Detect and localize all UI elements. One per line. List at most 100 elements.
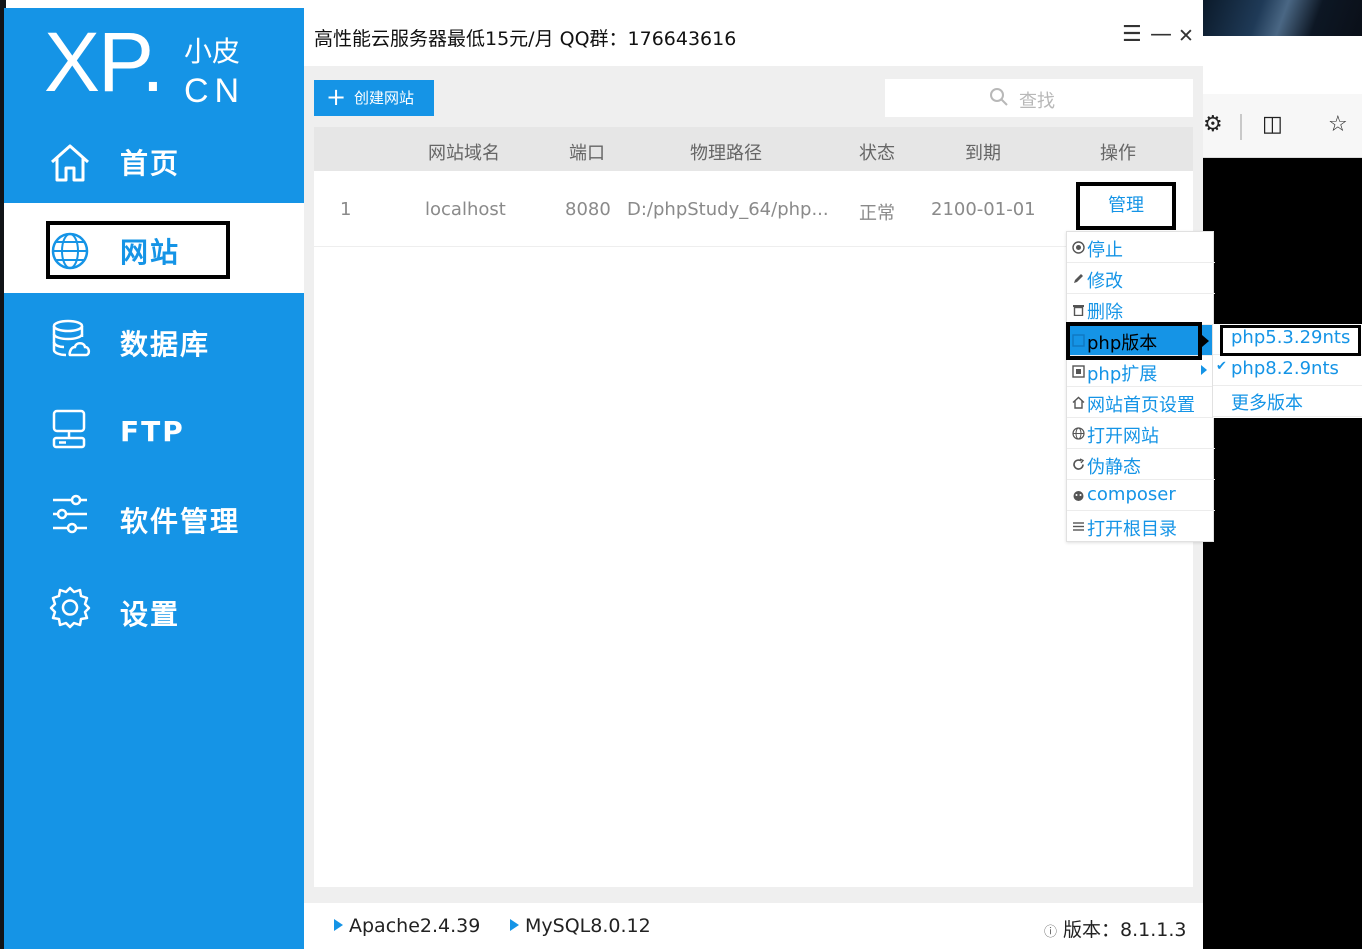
manage-button[interactable]: 管理 — [1076, 182, 1176, 230]
list-icon — [1073, 522, 1084, 531]
sidebar-item-software[interactable]: 软件管理 — [4, 470, 304, 560]
menu-item-open-root[interactable]: 打开根目录 — [1067, 511, 1215, 542]
menu-item-rewrite[interactable]: 伪静态 — [1067, 449, 1215, 480]
menu-item-label: 伪静态 — [1087, 457, 1141, 478]
menu-item-label: 停止 — [1087, 240, 1123, 261]
sidebar-item-label: 设置 — [120, 598, 181, 631]
ftp-icon — [52, 409, 86, 449]
submenu-item-more-versions[interactable]: 更多版本 — [1213, 386, 1362, 417]
apache-status[interactable]: Apache2.4.39 — [334, 915, 480, 937]
home-icon — [51, 144, 89, 182]
column-header-port: 端口 — [569, 143, 605, 164]
sidebar-item-database[interactable]: 数据库 — [4, 293, 304, 383]
info-icon: ⓘ — [1044, 925, 1058, 940]
logo-main: XP. — [44, 15, 165, 109]
database-icon — [52, 319, 91, 357]
menu-item-label: 网站首页设置 — [1087, 395, 1195, 416]
browser-content-fragment — [1203, 158, 1362, 949]
manage-context-menu: 停止 修改 删除 php版本 php扩展 网站首页设置 打开网站 伪静态 com… — [1066, 231, 1215, 542]
toolbar-separator — [1240, 114, 1242, 140]
logo: XP. 小皮 CN — [44, 15, 254, 110]
menu-item-label: composer — [1087, 484, 1176, 505]
menu-item-open-website[interactable]: 打开网站 — [1067, 418, 1215, 449]
annotation-box-php5-version — [1220, 325, 1361, 356]
version-label: 版本：8.1.1.3 — [1063, 919, 1187, 941]
trash-icon — [1073, 305, 1084, 316]
check-icon: ✔ — [1216, 359, 1227, 374]
play-icon — [510, 919, 519, 931]
menu-item-php-extension[interactable]: php扩展 — [1067, 356, 1215, 387]
extension-icon — [1072, 365, 1085, 378]
composer-icon — [1073, 491, 1084, 501]
extensions-icon[interactable]: ⚙ — [1203, 112, 1223, 137]
edit-icon — [1074, 274, 1083, 283]
column-header-domain: 网站域名 — [428, 143, 500, 164]
split-screen-icon[interactable]: ◫ — [1262, 112, 1283, 137]
column-header-status: 状态 — [859, 143, 895, 164]
sidebar-item-label: 首页 — [120, 147, 181, 180]
menu-item-edit[interactable]: 修改 — [1067, 263, 1215, 294]
table-row[interactable]: 1 localhost 8080 D:/phpStudy_64/php... 正… — [314, 171, 1193, 247]
submenu-arrow-icon — [1202, 335, 1209, 347]
sidebar-item-label: FTP — [120, 415, 185, 448]
logo-sub-top: 小皮 — [184, 35, 241, 68]
search-icon — [990, 88, 1008, 106]
sidebar-item-ftp[interactable]: FTP — [4, 383, 304, 473]
desktop-wallpaper-fragment — [1203, 0, 1362, 36]
submenu-item-label: php8.2.9nts — [1231, 358, 1339, 379]
stop-icon — [1072, 241, 1085, 254]
create-website-label: 创建网站 — [354, 89, 415, 107]
phpstudy-window: XP. 小皮 CN 首页 网站 数据库 FTP 软件管理 设置 高性能云服务器最… — [4, 8, 1203, 949]
sidebar-item-home[interactable]: 首页 — [4, 118, 304, 208]
menu-item-composer[interactable]: composer — [1067, 480, 1215, 511]
website-table: 网站域名 端口 物理路径 状态 到期 操作 1 localhost 8080 D… — [314, 127, 1193, 887]
minimize-button[interactable]: — — [1150, 22, 1172, 47]
menu-item-label: php扩展 — [1087, 364, 1158, 385]
sidebar-item-settings[interactable]: 设置 — [4, 563, 304, 653]
annotation-box-website — [46, 221, 230, 279]
row-expire: 2100-01-01 — [931, 199, 1036, 220]
search-placeholder: 查找 — [1019, 91, 1055, 112]
browser-tabstrip-fragment — [1203, 36, 1362, 94]
column-header-action: 操作 — [1100, 143, 1136, 164]
create-website-button[interactable]: + 创建网站 — [314, 80, 434, 116]
menu-item-homepage-settings[interactable]: 网站首页设置 — [1067, 387, 1215, 418]
menu-item-delete[interactable]: 删除 — [1067, 294, 1215, 325]
refresh-icon — [1073, 458, 1085, 470]
play-icon — [334, 919, 343, 931]
sidebar-item-label: 数据库 — [120, 328, 211, 361]
submenu-item-label: 更多版本 — [1231, 393, 1303, 414]
menu-item-label: 打开网站 — [1087, 426, 1159, 447]
annotation-box-php-version — [1066, 322, 1202, 360]
window-title: 高性能云服务器最低15元/月 QQ群：176643616 — [314, 28, 737, 50]
search-input[interactable]: 查找 — [885, 79, 1193, 117]
globe-icon — [1072, 427, 1085, 440]
column-header-expire: 到期 — [965, 143, 1001, 164]
version-info: ⓘ 版本：8.1.1.3 — [1044, 915, 1187, 942]
menu-button[interactable]: ☰ — [1122, 22, 1142, 47]
title-bar: 高性能云服务器最低15元/月 QQ群：176643616 ☰ — ✕ — [304, 8, 1203, 66]
sidebar-item-label: 软件管理 — [120, 505, 241, 538]
close-button[interactable]: ✕ — [1178, 25, 1194, 47]
mysql-label: MySQL8.0.12 — [525, 915, 651, 937]
home-icon — [1072, 396, 1085, 409]
menu-item-label: 删除 — [1087, 302, 1123, 323]
menu-item-label: 修改 — [1087, 271, 1123, 292]
sidebar: XP. 小皮 CN 首页 网站 数据库 FTP 软件管理 设置 — [4, 8, 304, 949]
row-domain: localhost — [425, 199, 506, 220]
menu-item-label: 打开根目录 — [1087, 519, 1177, 540]
desktop-background-top — [0, 0, 1362, 8]
sliders-icon — [53, 494, 87, 534]
menu-item-stop[interactable]: 停止 — [1067, 232, 1215, 263]
submenu-arrow-icon — [1201, 365, 1207, 375]
table-header: 网站域名 端口 物理路径 状态 到期 操作 — [314, 127, 1193, 171]
favorites-icon[interactable]: ☆ — [1328, 112, 1348, 137]
row-path: D:/phpStudy_64/php... — [627, 199, 829, 220]
row-port: 8080 — [565, 199, 611, 220]
submenu-item-php829nts[interactable]: ✔ php8.2.9nts — [1213, 355, 1362, 386]
row-index: 1 — [340, 199, 352, 220]
gear-icon — [49, 586, 91, 629]
logo-sub-bottom: CN — [184, 72, 246, 110]
mysql-status[interactable]: MySQL8.0.12 — [510, 915, 651, 937]
toolbar: + 创建网站 查找 — [304, 66, 1203, 126]
